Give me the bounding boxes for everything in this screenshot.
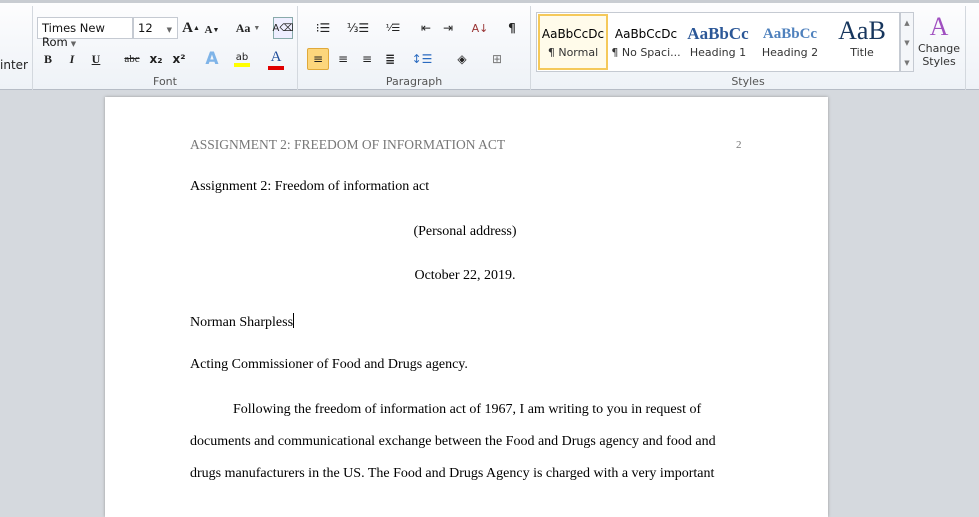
styles-group: AaBbCcDc ¶ Normal AaBbCcDc ¶ No Spaci... A… bbox=[531, 6, 966, 90]
strikethrough-button[interactable]: abc bbox=[121, 48, 143, 70]
font-group-label: Font bbox=[153, 75, 177, 88]
change-case-button[interactable]: Aa ▼ bbox=[233, 17, 263, 39]
style-preview: AaBbCcDc bbox=[541, 27, 605, 41]
body-line[interactable]: Following the freedom of information act… bbox=[233, 402, 701, 418]
body-line[interactable]: drugs manufacturers in the US. The Food … bbox=[190, 466, 714, 482]
format-painter-button[interactable]: inter bbox=[0, 58, 28, 72]
style-name: Title bbox=[850, 46, 874, 59]
font-name-combo[interactable]: Times New Rom ▼ bbox=[37, 17, 133, 49]
style-name: ¶ Normal bbox=[547, 46, 599, 59]
highlight-label: ab bbox=[235, 51, 249, 63]
recipient-name-text: Norman Sharpless bbox=[190, 315, 294, 330]
paragraph-group-label: Paragraph bbox=[385, 75, 443, 88]
chevron-down-icon: ▼ bbox=[70, 40, 77, 48]
numbering-icon[interactable]: ⅓☰ bbox=[343, 17, 373, 39]
font-size-value: 12 bbox=[138, 21, 153, 35]
style-normal[interactable]: AaBbCcDc ¶ Normal bbox=[538, 14, 608, 70]
multilevel-list-icon[interactable]: ⅟☰ bbox=[378, 17, 408, 39]
align-center-icon[interactable]: ≡ bbox=[332, 48, 354, 70]
shrink-font-icon[interactable]: A ▼ bbox=[203, 19, 221, 41]
font-size-combo[interactable]: 12 ▼ bbox=[133, 17, 178, 39]
body-line[interactable]: documents and communicational exchange b… bbox=[190, 434, 716, 450]
ribbon: inter Times New Rom ▼ 12 ▼ A ▲ A ▼ Aa ▼ A⌫ B … bbox=[0, 0, 979, 90]
bold-button[interactable]: B bbox=[39, 48, 57, 70]
paragraph-group: ⁝☰ ⅓☰ ⅟☰ ⇤ ⇥ A↓ ¶ ≡ ≡ ≡ ≣ ↕☰ ◈ ⊞ Paragra… bbox=[298, 6, 531, 90]
change-styles-button[interactable]: A Change Styles bbox=[917, 12, 961, 68]
italic-button[interactable]: I bbox=[63, 48, 81, 70]
justify-icon[interactable]: ≣ bbox=[379, 48, 401, 70]
style-name: ¶ No Spaci... bbox=[611, 46, 681, 59]
style-preview: AaBbCc bbox=[687, 24, 749, 43]
text-cursor bbox=[293, 313, 295, 328]
style-name: Heading 2 bbox=[761, 46, 819, 59]
style-heading-2[interactable]: AaBbCc Heading 2 bbox=[755, 16, 825, 72]
line-spacing-icon[interactable]: ↕☰ bbox=[408, 48, 436, 70]
subscript-button[interactable]: x₂ bbox=[147, 48, 165, 70]
styles-scrollbar[interactable]: ▲ ▼ ▼ bbox=[900, 12, 914, 72]
bullets-icon[interactable]: ⁝☰ bbox=[308, 17, 338, 39]
font-color-label: A bbox=[270, 48, 282, 65]
font-color-swatch bbox=[268, 65, 284, 70]
chevron-down-icon: ▼ bbox=[166, 26, 173, 34]
change-styles-label: Change Styles bbox=[917, 42, 961, 68]
recipient-name[interactable]: Norman Sharpless bbox=[190, 313, 295, 331]
underline-button[interactable]: U bbox=[87, 48, 105, 70]
grow-font-icon[interactable]: A ▲ bbox=[181, 17, 201, 39]
clipboard-group: inter bbox=[0, 6, 33, 90]
decrease-indent-icon[interactable]: ⇤ bbox=[416, 17, 436, 39]
shading-icon[interactable]: ◈ bbox=[448, 48, 476, 70]
style-preview: AaBbCcDc bbox=[614, 27, 678, 41]
document-title-line[interactable]: Assignment 2: Freedom of information act bbox=[190, 179, 429, 195]
superscript-button[interactable]: x² bbox=[170, 48, 188, 70]
font-group: Times New Rom ▼ 12 ▼ A ▲ A ▼ Aa ▼ A⌫ B I U ab… bbox=[33, 6, 298, 90]
styles-group-label: Styles bbox=[731, 75, 765, 88]
align-left-icon[interactable]: ≡ bbox=[307, 48, 329, 70]
recipient-title[interactable]: Acting Commissioner of Food and Drugs ag… bbox=[190, 357, 468, 373]
style-heading-1[interactable]: AaBbCc Heading 1 bbox=[683, 16, 753, 72]
page-header[interactable]: ASSIGNMENT 2: FREEDOM OF INFORMATION ACT bbox=[190, 137, 505, 153]
date-line[interactable]: October 22, 2019. bbox=[190, 268, 740, 284]
style-name: Heading 1 bbox=[689, 46, 747, 59]
clear-formatting-icon[interactable]: A⌫ bbox=[273, 17, 294, 39]
change-styles-icon: A bbox=[929, 12, 949, 41]
borders-icon[interactable]: ⊞ bbox=[483, 48, 511, 70]
change-case-label: Aa bbox=[235, 20, 251, 35]
style-preview: AaBbCc bbox=[762, 26, 818, 42]
style-preview: AaB bbox=[838, 16, 886, 45]
highlight-button[interactable]: ab bbox=[231, 48, 253, 70]
personal-address[interactable]: (Personal address) bbox=[190, 224, 740, 240]
document-page[interactable]: ASSIGNMENT 2: FREEDOM OF INFORMATION ACT… bbox=[105, 97, 828, 517]
style-no-spacing[interactable]: AaBbCcDc ¶ No Spaci... bbox=[611, 16, 681, 72]
show-formatting-button[interactable]: ¶ bbox=[503, 17, 521, 39]
highlight-color-swatch bbox=[234, 62, 250, 67]
increase-indent-icon[interactable]: ⇥ bbox=[438, 17, 458, 39]
font-color-button[interactable]: A bbox=[265, 48, 287, 70]
sort-icon[interactable]: A↓ bbox=[470, 17, 490, 39]
text-effects-icon[interactable]: A bbox=[200, 48, 224, 70]
page-number: 2 bbox=[736, 139, 742, 151]
align-right-icon[interactable]: ≡ bbox=[356, 48, 378, 70]
style-title[interactable]: AaB Title bbox=[827, 16, 897, 72]
